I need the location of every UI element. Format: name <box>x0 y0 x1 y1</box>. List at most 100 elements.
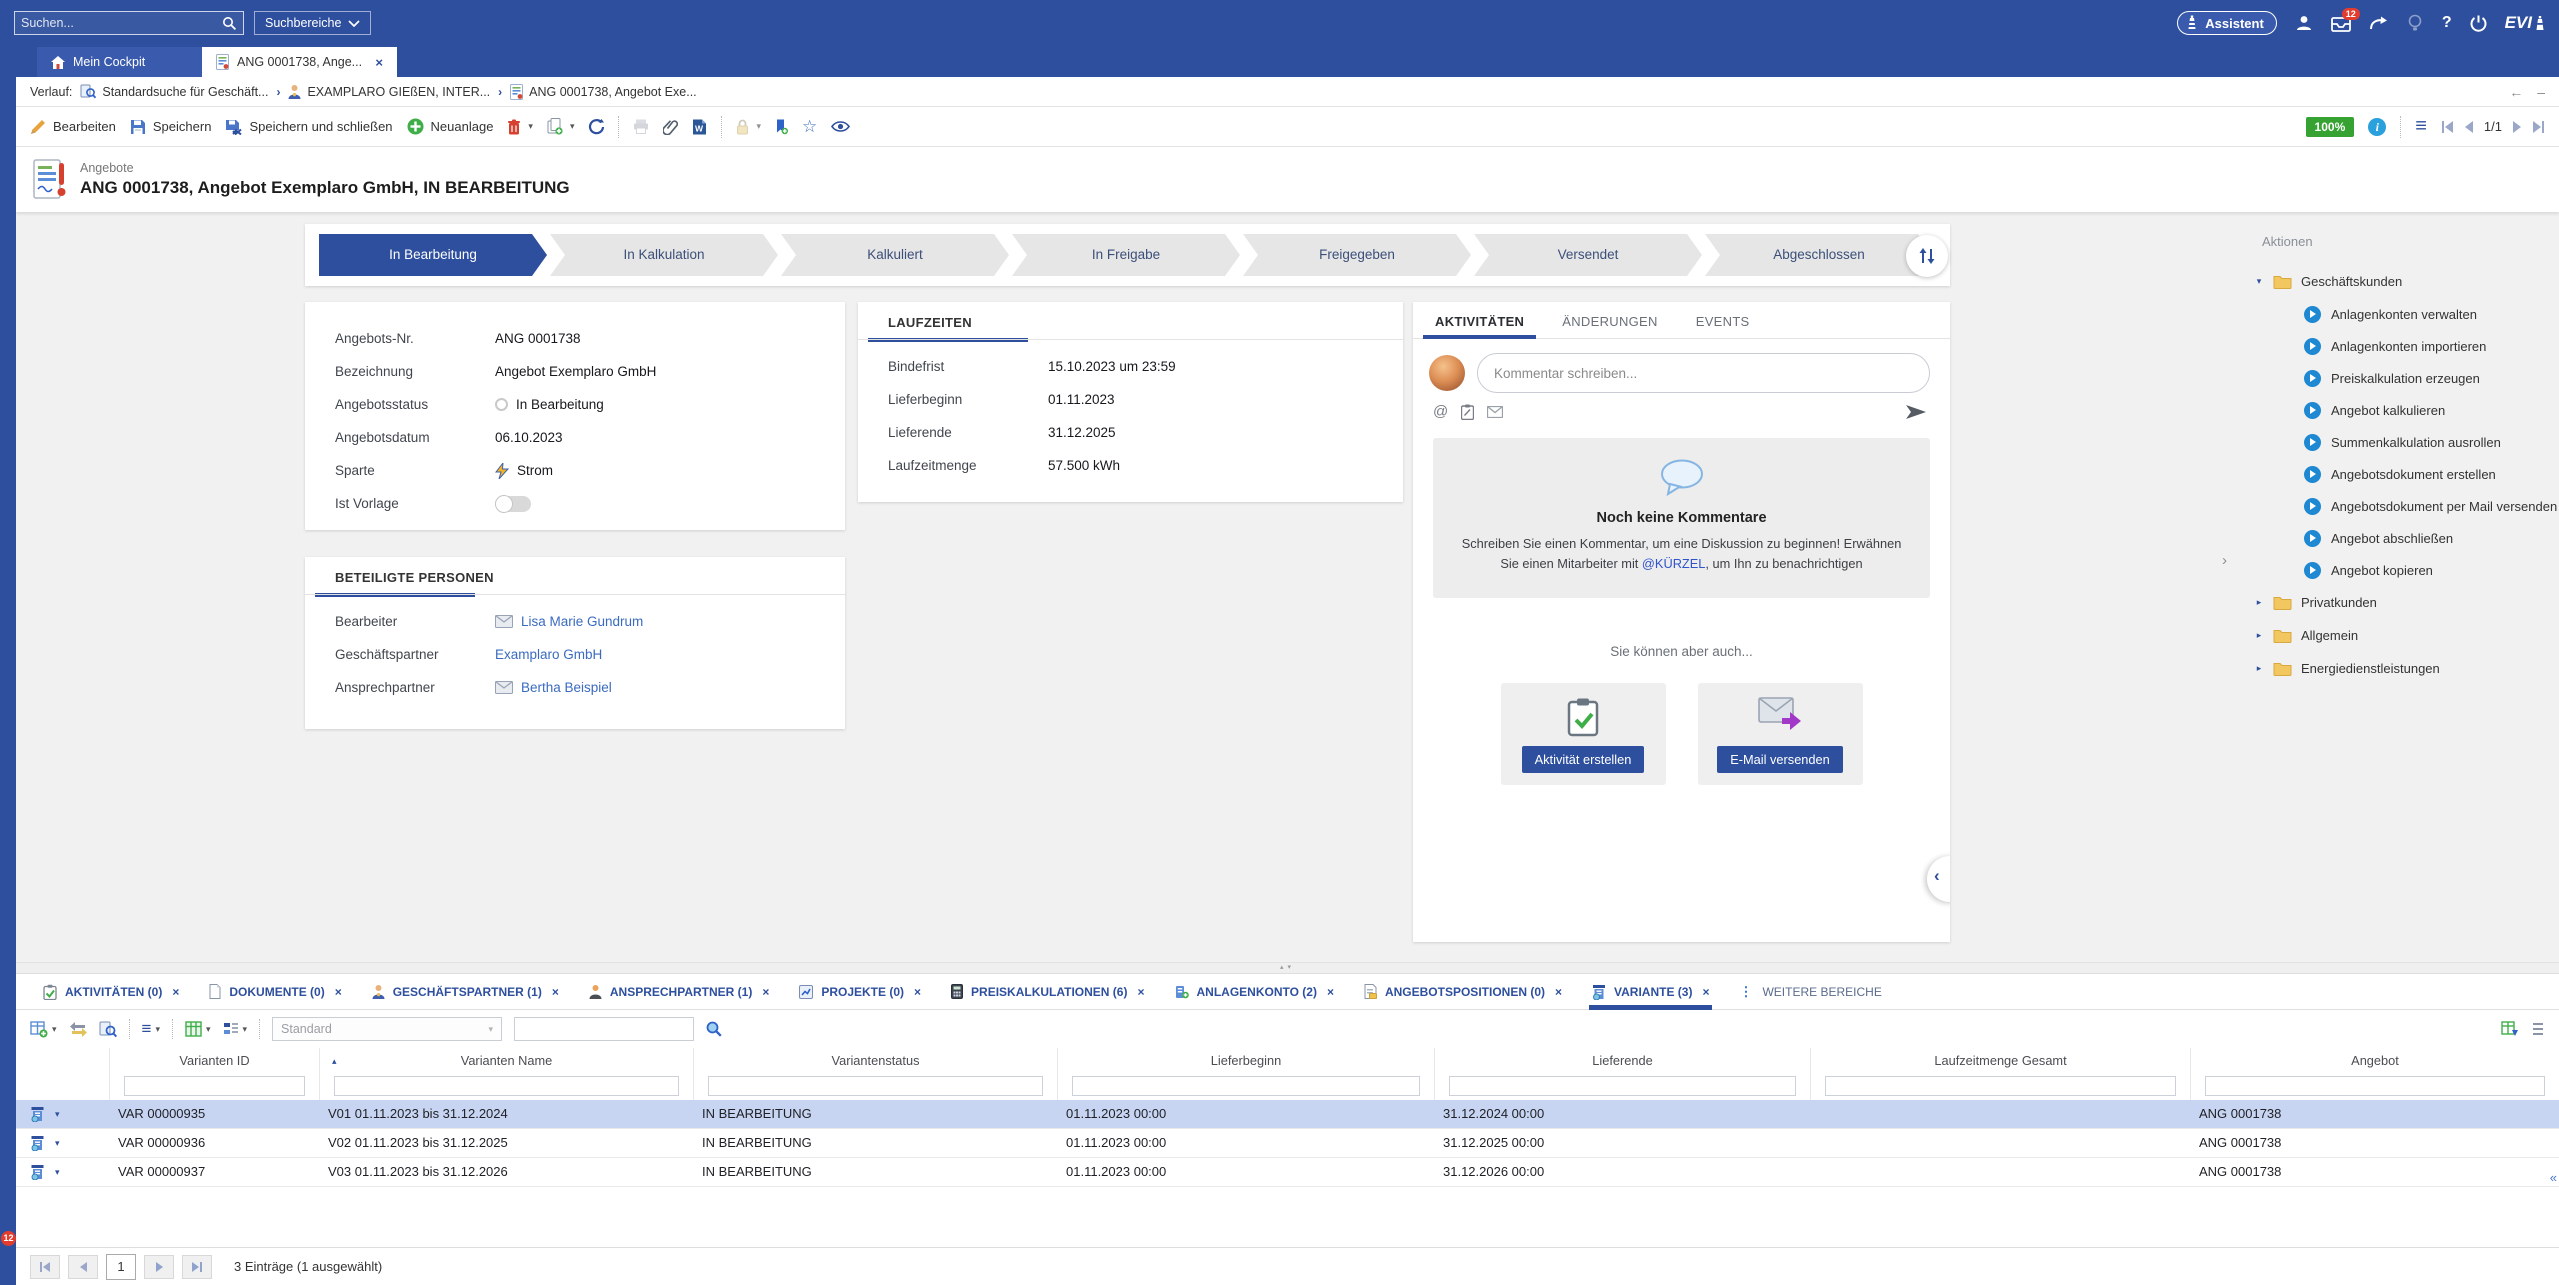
grid-quick-filter-input[interactable] <box>514 1017 694 1041</box>
workflow-step-kalkuliert[interactable]: Kalkuliert <box>781 234 1009 276</box>
next-record-icon[interactable] <box>2512 121 2522 133</box>
tab-aenderungen[interactable]: ÄNDERUNGEN <box>1562 314 1657 338</box>
action-angebot-abschliessen[interactable]: Angebot abschließen <box>2248 522 2559 554</box>
partner-link[interactable]: Examplaro GmbH <box>495 647 602 662</box>
variant-icon[interactable] <box>30 1135 45 1151</box>
menu-icon[interactable]: ≡ <box>2415 115 2427 138</box>
first-record-icon[interactable] <box>2441 121 2454 133</box>
close-tab-icon[interactable]: × <box>914 985 921 999</box>
variant-icon[interactable] <box>30 1106 45 1122</box>
word-export-button[interactable]: W <box>692 119 707 135</box>
last-record-icon[interactable] <box>2532 121 2545 133</box>
mention-link[interactable]: @KÜRZEL <box>1642 556 1705 571</box>
column-header[interactable]: ▴Varianten Name <box>320 1048 694 1074</box>
table-row[interactable]: ▾ VAR 00000935 V01 01.11.2023 bis 31.12.… <box>16 1100 2559 1129</box>
tree-expanded-icon[interactable]: ▾ <box>2254 276 2264 287</box>
email-icon[interactable] <box>1487 406 1503 418</box>
tab-mein-cockpit[interactable]: Mein Cockpit <box>37 47 202 77</box>
view-select[interactable]: Standard ▾ <box>272 1017 502 1041</box>
action-group-privatkunden[interactable]: ▸ Privatkunden <box>2248 586 2559 619</box>
actions-collapse-handle[interactable]: › <box>2222 552 2227 569</box>
info-icon[interactable]: i <box>2368 118 2386 136</box>
close-tab-icon[interactable]: × <box>1702 985 1709 999</box>
minimize-icon[interactable]: – <box>2537 84 2545 100</box>
column-filter-input[interactable] <box>124 1076 305 1096</box>
column-header[interactable]: Laufzeitmenge Gesamt <box>1811 1048 2191 1074</box>
row-menu-icon[interactable]: ▾ <box>55 1158 60 1186</box>
task-icon[interactable] <box>1461 404 1474 420</box>
mention-icon[interactable]: @ <box>1433 403 1448 420</box>
tab-weitere-bereiche[interactable]: ⋮ WEITERE BEREICHE <box>1726 974 1894 1010</box>
search-icon[interactable] <box>222 16 237 31</box>
first-page-button[interactable] <box>30 1255 60 1279</box>
assistant-button[interactable]: Assistent <box>2177 11 2277 35</box>
column-filter-input[interactable] <box>334 1076 679 1096</box>
favorite-button[interactable]: ☆ <box>802 117 817 137</box>
scroll-left-edge-icon[interactable]: « <box>2550 1170 2557 1185</box>
edit-button[interactable]: Bearbeiten <box>30 119 116 135</box>
workflow-step-in-kalkulation[interactable]: In Kalkulation <box>550 234 778 276</box>
close-tab-icon[interactable]: × <box>172 985 179 999</box>
tab-variante[interactable]: VARIANTE (3)× <box>1579 974 1722 1010</box>
close-tab-icon[interactable]: × <box>552 985 559 999</box>
workflow-step-versendet[interactable]: Versendet <box>1474 234 1702 276</box>
search-scope-dropdown[interactable]: Suchbereiche <box>254 11 371 35</box>
action-angebot-kopieren[interactable]: Angebot kopieren <box>2248 554 2559 586</box>
notification-badge[interactable]: 12 <box>1 1231 16 1246</box>
action-angebotsdokument-mail[interactable]: Angebotsdokument per Mail versenden <box>2248 490 2559 522</box>
contact-link[interactable]: Bertha Beispiel <box>521 680 612 695</box>
logout-icon[interactable] <box>2470 15 2487 32</box>
column-filter-input[interactable] <box>1825 1076 2176 1096</box>
page-number-box[interactable]: 1 <box>106 1254 136 1280</box>
action-group-energiedienstleistungen[interactable]: ▸ Energiedienstleistungen <box>2248 652 2559 685</box>
copy-record-button[interactable]: ▾ <box>547 118 575 135</box>
transfer-button[interactable] <box>69 1022 87 1037</box>
workflow-step-freigegeben[interactable]: Freigegeben <box>1243 234 1471 276</box>
export-button[interactable] <box>2501 1021 2519 1037</box>
column-filter-input[interactable] <box>708 1076 1043 1096</box>
search-input[interactable] <box>21 16 222 30</box>
refresh-button[interactable] <box>588 119 604 135</box>
column-header[interactable]: Angebot <box>2191 1048 2559 1074</box>
send-email-button[interactable]: E-Mail versenden <box>1717 746 1843 773</box>
envelope-icon[interactable] <box>495 615 513 628</box>
tab-record[interactable]: ANG 0001738, Ange... × <box>202 47 397 77</box>
collapse-activities-button[interactable]: ‹ <box>1927 856 1950 902</box>
column-header[interactable]: Variantenstatus <box>694 1048 1058 1074</box>
action-summenkalkulation-ausrollen[interactable]: Summenkalkulation ausrollen <box>2248 426 2559 458</box>
completeness-badge[interactable]: 100% <box>2306 117 2355 137</box>
comment-input[interactable] <box>1477 353 1930 393</box>
breadcrumb-item-partner[interactable]: EXAMPLARO GIEßEN, INTER... <box>288 84 490 99</box>
delete-button[interactable]: ▾ <box>507 119 533 135</box>
help-icon[interactable]: ? <box>2442 14 2452 32</box>
grouping-button[interactable]: ▾ <box>223 1022 248 1037</box>
save-button[interactable]: Speichern <box>130 119 212 135</box>
grid-search-icon[interactable] <box>706 1021 722 1037</box>
person-link[interactable]: Lisa Marie Gundrum <box>521 614 643 629</box>
bookmark-add-button[interactable] <box>775 119 788 135</box>
tree-collapsed-icon[interactable]: ▸ <box>2254 597 2264 608</box>
column-header[interactable]: Lieferbeginn <box>1058 1048 1435 1074</box>
tree-collapsed-icon[interactable]: ▸ <box>2254 630 2264 641</box>
view-menu-button[interactable]: ≡ ▾ <box>142 1019 160 1039</box>
caret-down-icon[interactable]: ▾ <box>206 1024 211 1035</box>
send-email-card[interactable]: E-Mail versenden <box>1698 683 1863 785</box>
new-variant-button[interactable]: ▾ <box>30 1021 57 1038</box>
workflow-step-abgeschlossen[interactable]: Abgeschlossen <box>1705 234 1933 276</box>
column-header[interactable]: Lieferende <box>1435 1048 1811 1074</box>
breadcrumb-item-search[interactable]: Standardsuche für Geschäft... <box>80 84 268 99</box>
grid-settings-button[interactable] <box>2531 1021 2545 1037</box>
grid-search-button[interactable] <box>99 1021 117 1038</box>
tab-events[interactable]: EVENTS <box>1696 314 1750 338</box>
create-activity-card[interactable]: Aktivität erstellen <box>1501 683 1666 785</box>
column-filter-input[interactable] <box>2205 1076 2545 1096</box>
caret-down-icon[interactable]: ▾ <box>528 121 533 132</box>
close-tab-icon[interactable]: × <box>1137 985 1144 999</box>
history-back-icon[interactable]: ← <box>2509 84 2523 100</box>
tab-geschaeftspartner[interactable]: GESCHÄFTSPARTNER (1)× <box>359 974 572 1010</box>
close-tab-icon[interactable]: × <box>762 985 769 999</box>
envelope-icon[interactable] <box>495 681 513 694</box>
column-filter-input[interactable] <box>1072 1076 1420 1096</box>
tab-aktivitaeten[interactable]: AKTIVITÄTEN <box>1435 314 1524 338</box>
tab-anlagenkonto[interactable]: ANLAGENKONTO (2)× <box>1162 974 1347 1010</box>
